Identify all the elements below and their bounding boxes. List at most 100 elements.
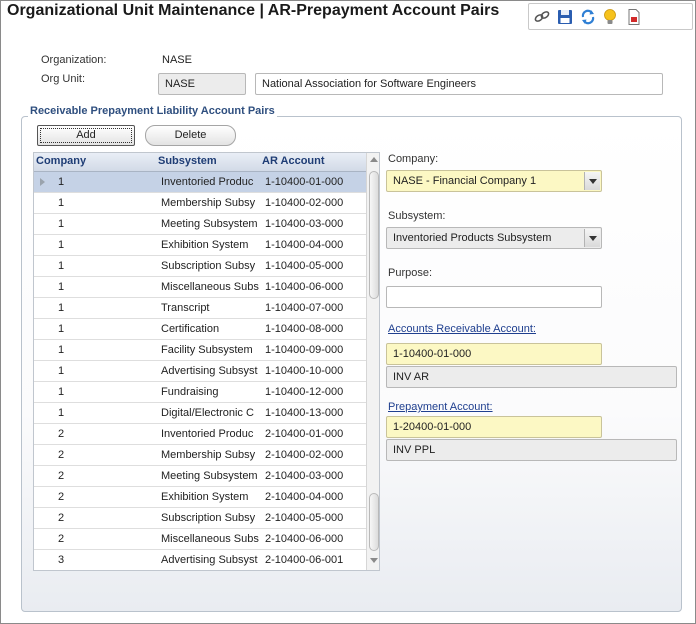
subsystem-value: Inventoried Products Subsystem [393,232,552,244]
delete-button[interactable]: Delete [145,125,236,146]
company-cell: 1 [58,281,65,293]
ar-account-cell: 2-10400-03-000 [265,470,344,482]
ar-account-cell: 2-10400-04-000 [265,491,344,503]
table-row[interactable]: 3 Advertising Subsyst 2-10400-06-001 [34,550,366,570]
add-button[interactable]: Add [37,125,135,146]
company-cell: 1 [58,302,65,314]
scroll-up-icon[interactable] [370,157,378,162]
table-row[interactable]: 1 Membership Subsy 1-10400-02-000 [34,193,366,214]
table-row[interactable]: 1 Exhibition System 1-10400-04-000 [34,235,366,256]
organization-label: Organization: [41,54,107,66]
ar-account-cell: 2-10400-02-000 [265,449,344,461]
table-row[interactable]: 2 Membership Subsy 2-10400-02-000 [34,445,366,466]
account-pairs-grid[interactable]: Company Subsystem AR Account 1 Inventorie… [33,152,380,571]
subsystem-cell: Advertising Subsyst [161,365,258,377]
subsystem-cell: Meeting Subsystem [161,218,258,230]
ar-account-cell: 1-10400-10-000 [265,365,344,377]
table-row[interactable]: 1 Inventoried Produc 1-10400-01-000 [34,172,366,193]
subsystem-cell: Advertising Subsyst [161,554,258,566]
subsystem-cell: Digital/Electronic C [161,407,254,419]
subsystem-cell: Meeting Subsystem [161,470,258,482]
ar-account-field[interactable]: 1-10400-01-000 [386,343,602,365]
org-unit-label: Org Unit: [41,73,86,85]
company-cell: 2 [58,512,65,524]
company-cell: 2 [58,428,65,440]
company-cell: 2 [58,533,65,545]
subsystem-cell: Fundraising [161,386,219,398]
company-cell: 1 [58,386,65,398]
ar-account-cell: 2-10400-06-000 [265,533,344,545]
organization-value: NASE [162,54,192,66]
row-selector-icon [40,178,45,186]
company-cell: 3 [58,554,65,566]
company-cell: 2 [58,449,65,461]
table-row[interactable]: 2 Subscription Subsy 2-10400-05-000 [34,508,366,529]
scroll-thumb[interactable] [369,171,379,299]
subsystem-cell: Membership Subsy [161,197,256,209]
subsystem-cell: Miscellaneous Subs [161,281,259,293]
ar-account-cell: 1-10400-07-000 [265,302,344,314]
table-row[interactable]: 1 Advertising Subsyst 1-10400-10-000 [34,361,366,382]
company-cell: 1 [58,239,65,251]
ar-account-cell: 1-10400-01-000 [265,176,344,188]
table-row[interactable]: 1 Miscellaneous Subs 1-10400-06-000 [34,277,366,298]
table-row[interactable]: 2 Meeting Subsystem 2-10400-03-000 [34,466,366,487]
refresh-icon[interactable] [579,8,597,26]
ar-account-cell: 1-10400-08-000 [265,323,344,335]
scroll-thumb-lower[interactable] [369,493,379,551]
chevron-down-icon[interactable] [584,172,600,190]
table-row[interactable]: 2 Exhibition System 2-10400-04-000 [34,487,366,508]
table-row[interactable]: 1 Subscription Subsy 1-10400-05-000 [34,256,366,277]
save-icon[interactable] [556,8,574,26]
ar-account-description: INV AR [386,366,677,388]
company-cell: 1 [58,365,65,377]
link-icon[interactable] [533,8,551,26]
subsystem-select[interactable]: Inventoried Products Subsystem [386,227,602,249]
ar-account-link[interactable]: Accounts Receivable Account: [388,323,536,335]
subsystem-cell: Inventoried Produc [161,176,254,188]
ar-account-cell: 1-10400-04-000 [265,239,344,251]
table-row[interactable]: 1 Fundraising 1-10400-12-000 [34,382,366,403]
org-unit-code-field: NASE [158,73,246,95]
company-cell: 2 [58,470,65,482]
subsystem-cell: Facility Subsystem [161,344,253,356]
company-select[interactable]: NASE - Financial Company 1 [386,170,602,192]
table-row[interactable]: 1 Certification 1-10400-08-000 [34,319,366,340]
company-cell: 1 [58,218,65,230]
subsystem-cell: Subscription Subsy [161,512,256,524]
column-ar-account[interactable]: AR Account [262,155,325,167]
subsystem-label: Subsystem: [388,210,446,222]
company-label: Company: [388,153,439,165]
prepayment-account-link[interactable]: Prepayment Account: [388,401,493,413]
ar-account-cell: 1-10400-05-000 [265,260,344,272]
grid-rows: 1 Inventoried Produc 1-10400-01-000 1 Member… [34,172,366,570]
subsystem-cell: Exhibition System [161,491,249,503]
report-icon[interactable] [625,8,643,26]
grid-header: Company Subsystem AR Account [34,153,366,172]
table-row[interactable]: 1 Digital/Electronic C 1-10400-13-000 [34,403,366,424]
table-row[interactable]: 2 Miscellaneous Subs 2-10400-06-000 [34,529,366,550]
column-subsystem[interactable]: Subsystem [158,155,217,167]
table-row[interactable]: 1 Meeting Subsystem 1-10400-03-000 [34,214,366,235]
org-unit-name-field: National Association for Software Engine… [255,73,663,95]
subsystem-cell: Exhibition System [161,239,249,251]
column-company[interactable]: Company [36,155,86,167]
subsystem-cell: Membership Subsy [161,449,256,461]
company-cell: 2 [58,491,65,503]
grid-scrollbar[interactable] [366,153,379,570]
company-cell: 1 [58,176,65,188]
ar-account-cell: 2-10400-06-001 [265,554,344,566]
lightbulb-icon[interactable] [601,8,619,26]
chevron-down-icon[interactable] [584,229,600,247]
ar-account-cell: 1-10400-13-000 [265,407,344,419]
table-row[interactable]: 2 Inventoried Produc 2-10400-01-000 [34,424,366,445]
scroll-down-icon[interactable] [370,558,378,563]
prepayment-account-field[interactable]: 1-20400-01-000 [386,416,602,438]
prepayment-account-description: INV PPL [386,439,677,461]
table-row[interactable]: 1 Transcript 1-10400-07-000 [34,298,366,319]
purpose-input[interactable] [386,286,602,308]
subsystem-cell: Subscription Subsy [161,260,256,272]
subsystem-cell: Certification [161,323,220,335]
maintenance-window: Organizational Unit Maintenance | AR-Pre… [0,0,696,624]
table-row[interactable]: 1 Facility Subsystem 1-10400-09-000 [34,340,366,361]
